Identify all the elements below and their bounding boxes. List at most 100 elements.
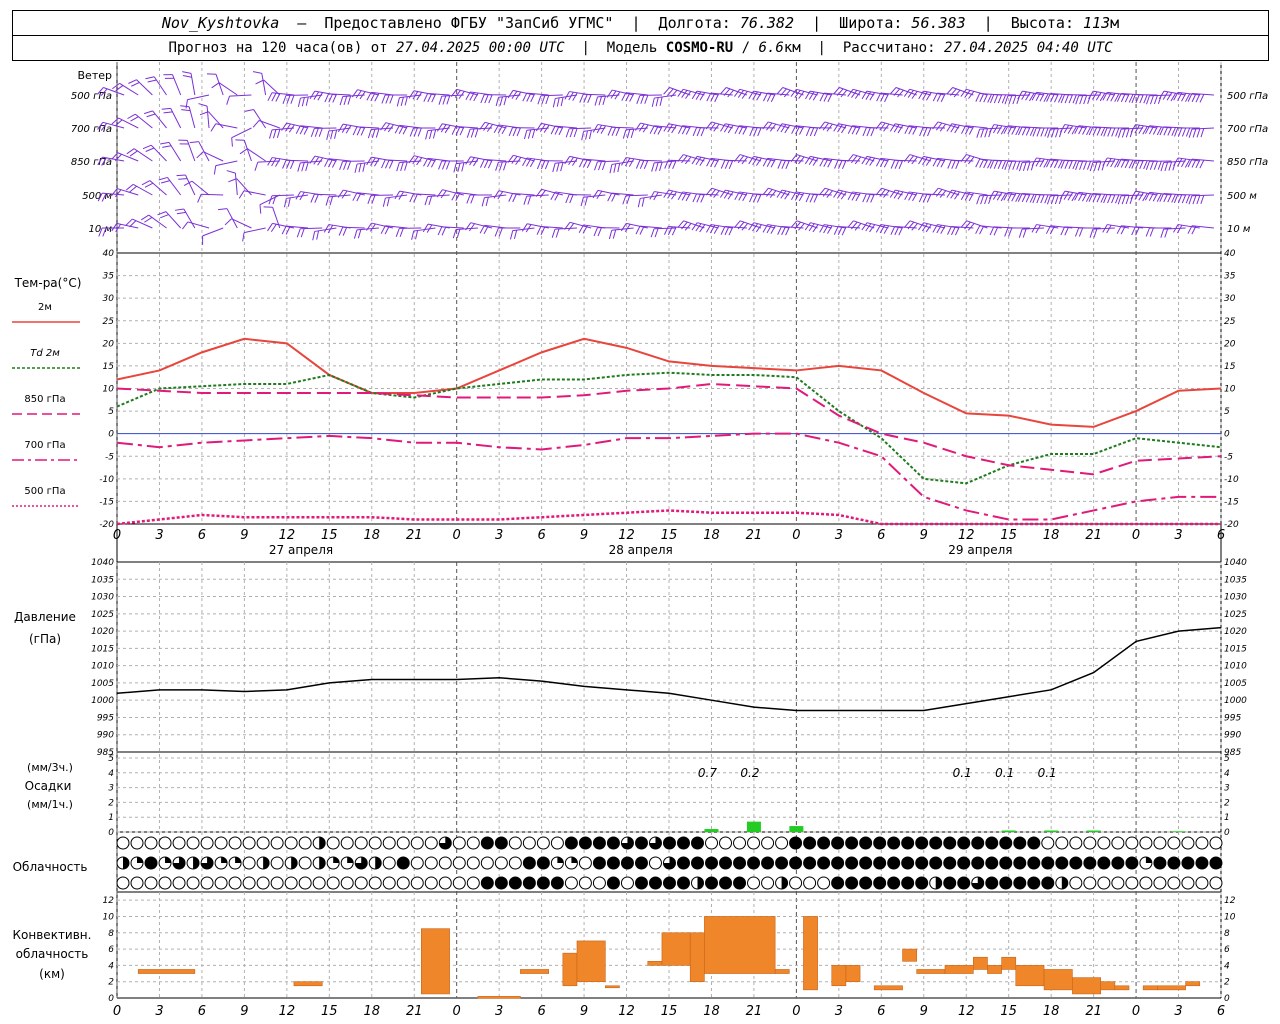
cloud-symbol-2-46 <box>761 876 775 890</box>
wind-barb-flag-1-36-0 <box>607 127 613 136</box>
wind-barb-0-60 <box>946 87 974 98</box>
wind-barb-flag-4-74-0 <box>1145 227 1150 237</box>
cloud-symbol-2-74 <box>1153 876 1167 890</box>
wind-barb-1-53 <box>847 125 875 135</box>
cloud-symbol-0-72 <box>1125 836 1139 850</box>
cloud-ring-0-2 <box>144 836 158 850</box>
wind-barb-flag-1-12-2 <box>276 129 281 139</box>
wind-barb-flag-0-25-1 <box>454 90 461 98</box>
wind-barb-flag-2-36-0 <box>609 164 613 174</box>
wind-barb-flag-2-4-0 <box>160 141 170 145</box>
wind-barb-flag-3-72-2 <box>1125 195 1130 205</box>
cloud-ring-2-69 <box>1083 876 1097 890</box>
cloud-fill-0-65 <box>1027 837 1040 849</box>
wind-barb-flag-2-48-0 <box>777 160 782 169</box>
cloud-symbol-0-42 <box>705 836 719 850</box>
cloud-ring-0-77 <box>1195 836 1209 850</box>
cloud-symbol-1-32 <box>564 856 578 870</box>
wind-barb-flag-3-42-0 <box>692 193 698 203</box>
temp-xtick-18: 6 <box>877 528 885 543</box>
precip-bar-2 <box>789 826 804 832</box>
cloud-ring-2-12 <box>284 876 298 890</box>
cloud-symbol-1-18 <box>368 856 382 870</box>
wind-barb-flag-1-73-2 <box>1138 125 1144 134</box>
prec-ytick-left-0: 0 <box>108 828 114 838</box>
wind-barb-shaft-1-5 <box>188 106 196 129</box>
wind-barb-flag-3-10-0 <box>238 190 245 199</box>
temp-ytick-right-6: 10 <box>1224 385 1236 395</box>
wind-barb-shaft-4-4 <box>165 211 182 229</box>
wind-barb-flag-4-27-0 <box>479 225 485 234</box>
wind-barb-flag-0-35-1 <box>598 96 602 106</box>
cloud-fill-1-56 <box>901 857 914 869</box>
cloud-symbol-1-35 <box>606 856 620 870</box>
conv-bar-25 <box>1072 977 1101 995</box>
cloud-fill-1-14 <box>319 857 326 869</box>
wind-barb-flag-0-14-0 <box>297 97 301 107</box>
wind-barb-1-20 <box>380 122 408 133</box>
wind-barb-flag-2-42-2 <box>699 157 706 166</box>
wind-barb-4-65 <box>1018 227 1045 238</box>
cloud-ring-2-33 <box>578 876 592 890</box>
wind-barb-flag-3-62-0 <box>976 195 981 205</box>
pres-ytick-left-4: 1005 <box>91 679 114 689</box>
wind-barb-flag-3-15-1 <box>314 194 319 203</box>
cloud-symbol-2-52 <box>845 876 859 890</box>
cloud-symbol-1-73 <box>1139 856 1153 870</box>
wind-barb-flag-0-1-0 <box>112 82 120 90</box>
wind-barb-shaft-4-6 <box>187 221 210 229</box>
wind-barb-flag-3-67-1 <box>1050 195 1055 205</box>
conv-ytick-right-6: 12 <box>1224 896 1236 906</box>
wind-barb-1-25 <box>451 125 478 136</box>
wind-barb-flag-0-33-0 <box>564 91 570 100</box>
wind-barb-flag-0-30-1 <box>526 93 532 102</box>
wind-barb-shaft-1-4 <box>170 108 182 129</box>
wind-barb-flag-4-35-1 <box>597 227 602 237</box>
wind-barb-flag-2-35-2 <box>601 161 606 171</box>
cloud-symbol-0-12 <box>284 836 298 850</box>
wind-barb-flag-3-40-2 <box>671 191 677 200</box>
cloud-ring-1-19 <box>382 856 396 870</box>
pres-ytick-left-11: 1040 <box>91 558 114 568</box>
wind-barb-flag-0-17-0 <box>339 96 344 106</box>
wind-barb-flag-4-14-0 <box>296 228 301 238</box>
wind-barb-flag-3-13-0 <box>283 198 287 208</box>
wind-barb-shaft-4-8 <box>226 208 238 229</box>
wind-barb-flag-2-48-1 <box>781 160 786 169</box>
cloud-symbol-0-77 <box>1195 836 1209 850</box>
pres-ytick-left-2: 995 <box>97 713 114 723</box>
cloud-symbol-2-30 <box>536 876 550 890</box>
wind-barb-0-52 <box>833 87 861 98</box>
cloud-fill-0-54 <box>873 837 886 849</box>
cloud-ring-2-20 <box>396 876 410 890</box>
cloud-symbol-1-63 <box>999 856 1013 870</box>
wind-barb-flag-1-75-2 <box>1167 127 1173 136</box>
wind-barb-flag-1-33-0 <box>565 128 570 138</box>
temp-xtick-1: 3 <box>155 528 163 543</box>
wind-barb-flag-2-26-2 <box>473 158 479 167</box>
wind-barb-flag-2-22-1 <box>412 156 419 165</box>
cloud-ring-0-7 <box>214 836 228 850</box>
wind-barb-flag-4-2-0 <box>125 218 133 226</box>
wind-barb-flag-0-2-0 <box>128 79 137 84</box>
wind-barb-flag-4-53-2 <box>854 223 862 231</box>
temp-ytick-right-8: 20 <box>1224 339 1236 349</box>
wind-barb-shaft-3-9 <box>236 178 252 196</box>
wind-barb-flag-0-14-1 <box>301 97 305 107</box>
cloud-symbol-1-16 <box>340 856 354 870</box>
cloud-symbol-2-6 <box>200 876 214 890</box>
wind-barb-2-48 <box>777 159 804 169</box>
wind-barb-shaft-2-4 <box>168 142 182 162</box>
wind-barb-flag-0-12-2 <box>275 93 281 102</box>
wind-barb-3-29 <box>508 192 535 203</box>
wind-barb-flag-4-23-0 <box>422 223 429 233</box>
wind-barb-flag-4-18-1 <box>357 229 362 239</box>
wind-barb-flag-1-53-0 <box>847 125 853 134</box>
wind-barb-flag-1-29-0 <box>508 127 514 137</box>
wind-barb-flag-2-24-2 <box>445 160 451 170</box>
wind-barb-shaft-4-7 <box>202 227 224 237</box>
wind-barb-shaft-2-3 <box>150 144 167 162</box>
cloud-fill-1-51 <box>831 857 844 869</box>
prec-ytick-left-4: 4 <box>108 769 114 779</box>
wind-barb-flag-1-58-0 <box>919 127 924 137</box>
